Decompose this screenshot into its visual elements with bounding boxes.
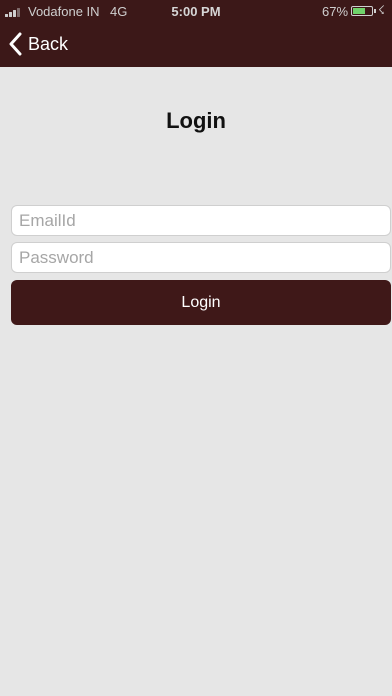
back-label: Back: [28, 33, 69, 54]
charging-bolt-icon: ☇: [378, 3, 385, 17]
navigation-bar: Back: [0, 22, 392, 67]
status-bar: Vodafone IN 4G 5:00 PM 67% ☇: [0, 0, 392, 22]
battery-fill: [353, 8, 366, 14]
password-field[interactable]: [11, 242, 391, 273]
battery-nub: [374, 9, 376, 13]
battery-percent: 67%: [322, 4, 349, 19]
battery-icon: [351, 6, 376, 16]
login-screen: Vodafone IN 4G 5:00 PM 67% ☇ Back Login …: [0, 0, 392, 696]
page-title: Login: [166, 108, 226, 133]
email-field[interactable]: [11, 205, 391, 236]
back-button[interactable]: Back: [8, 30, 68, 58]
chevron-left-icon: [9, 32, 22, 56]
header: Vodafone IN 4G 5:00 PM 67% ☇ Back: [0, 0, 392, 67]
login-button[interactable]: Login: [11, 280, 391, 325]
